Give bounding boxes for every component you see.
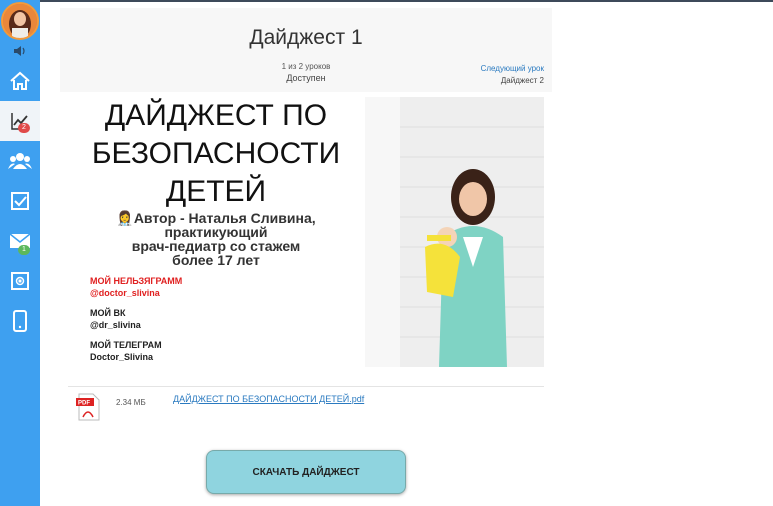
banner-contacts: МОЙ НЕЛЬЗЯГРАММ @doctor_slivina МОЙ ВК @… (90, 275, 182, 363)
headline-line: ДАЙДЖЕСТ ПО (104, 99, 328, 132)
lesson-title: Дайджест 1 (249, 26, 363, 49)
doctor-photo (365, 97, 544, 367)
contact-value: @doctor_slivina (90, 288, 160, 298)
divider (68, 386, 544, 387)
headline-line: ДЕТЕЙ (165, 175, 267, 208)
speaker-icon[interactable] (13, 44, 27, 56)
next-lesson-link[interactable]: Следующий урок (481, 64, 544, 73)
contact-label: МОЙ ТЕЛЕГРАМ (90, 340, 162, 350)
home-icon[interactable] (0, 61, 40, 101)
author-line: более 17 лет (172, 252, 260, 268)
contact-value: @dr_slivina (90, 320, 141, 330)
file-attachment: PDF 2.34 МБ ДАЙДЖЕСТ ПО БЕЗОПАСНОСТИ ДЕТ… (76, 393, 536, 423)
lesson-count: 1 из 2 уроков (281, 62, 331, 71)
author-line: практикующий (164, 224, 268, 240)
stats-badge: 2 (18, 123, 30, 133)
users-icon[interactable] (0, 141, 40, 181)
contact-value: Doctor_Slivina (90, 352, 154, 362)
pdf-icon[interactable]: PDF (76, 393, 102, 421)
top-border (0, 0, 773, 2)
next-lesson[interactable]: Следующий урок Дайджест 2 (481, 64, 544, 85)
checkbox-icon[interactable] (0, 181, 40, 221)
headline-line: БЕЗОПАСНОСТИ (91, 137, 341, 170)
contact-label: МОЙ ВК (90, 308, 126, 318)
chart-icon[interactable]: 2 (0, 101, 40, 141)
phone-icon[interactable] (0, 301, 40, 341)
download-digest-button[interactable]: СКАЧАТЬ ДАЙДЖЕСТ (206, 450, 406, 494)
digest-banner: ДАЙДЖЕСТ ПО БЕЗОПАСНОСТИ ДЕТЕЙ 👩‍⚕️Автор… (68, 97, 544, 367)
banner-headline: ДАЙДЖЕСТ ПО БЕЗОПАСНОСТИ ДЕТЕЙ (68, 97, 364, 211)
mail-icon[interactable]: 1 (0, 221, 40, 261)
messages-badge: 1 (18, 245, 30, 255)
file-size: 2.34 МБ (116, 398, 146, 407)
doctor-emoji-icon: 👩‍⚕️ (116, 210, 134, 226)
lesson-header: Дайджест 1 1 из 2 уроков Доступен Следую… (60, 8, 552, 92)
store-icon[interactable] (0, 261, 40, 301)
lesson-status: Доступен (286, 73, 326, 83)
next-lesson-title: Дайджест 2 (500, 76, 544, 85)
sidebar: 2 1 (0, 0, 40, 506)
author-line: врач-педиатр со стажем (131, 238, 301, 254)
svg-text:PDF: PDF (78, 401, 90, 407)
avatar[interactable] (1, 2, 39, 40)
banner-author: 👩‍⚕️Автор - Наталья Сливина, практикующи… (68, 211, 364, 267)
contact-label: МОЙ НЕЛЬЗЯГРАММ (90, 276, 183, 286)
file-link[interactable]: ДАЙДЖЕСТ ПО БЕЗОПАСНОСТИ ДЕТЕЙ.pdf (173, 394, 364, 404)
